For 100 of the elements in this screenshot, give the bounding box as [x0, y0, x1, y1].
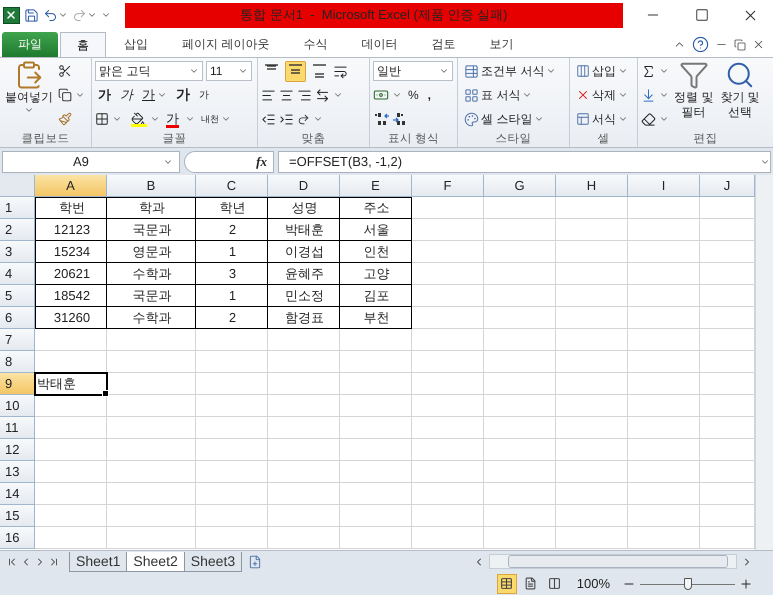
font-size-field[interactable]: 11 — [206, 61, 252, 81]
funnel-icon — [678, 60, 709, 90]
column-header[interactable]: E — [340, 175, 412, 197]
bold-button[interactable]: 가 — [95, 84, 114, 106]
vertical-scrollbar[interactable] — [755, 175, 773, 550]
zoom-level[interactable]: 100% — [576, 576, 610, 591]
row-header[interactable]: 7 — [0, 329, 35, 351]
sheet-tab[interactable]: Sheet2 — [126, 552, 185, 572]
row-header[interactable]: 11 — [0, 417, 35, 439]
formula-field[interactable]: =OFFSET(B3, -1,2) — [278, 150, 771, 172]
decrease-decimal-icon[interactable] — [392, 112, 408, 126]
style-button[interactable]: 셀 스타일 — [461, 108, 548, 130]
cells-button[interactable]: 서식 — [573, 108, 631, 130]
percent-button[interactable]: % — [405, 84, 422, 106]
first-sheet-icon[interactable] — [6, 556, 18, 568]
ribbon-tab[interactable]: 삽입 — [108, 32, 164, 57]
copy-icon[interactable] — [58, 88, 72, 102]
table-cell: 국문과 — [107, 219, 196, 241]
table-cell: 주소 — [340, 197, 412, 219]
row-header[interactable]: 2 — [0, 219, 35, 241]
fill-color-icon[interactable] — [131, 112, 145, 126]
format-painter-icon[interactable] — [58, 112, 72, 126]
eraser-icon[interactable] — [641, 112, 656, 126]
row-header[interactable]: 10 — [0, 395, 35, 417]
fill-down-icon[interactable] — [641, 88, 656, 102]
ribbon-tab[interactable]: 보기 — [473, 32, 530, 57]
row-header[interactable]: 4 — [0, 263, 35, 285]
ribbon-tab[interactable]: 검토 — [415, 32, 472, 57]
normal-view-icon — [500, 577, 514, 590]
borders-icon[interactable] — [95, 112, 109, 126]
restore-icon[interactable] — [734, 38, 746, 50]
sort-filter-button[interactable]: 정렬 및 필터 — [672, 60, 716, 131]
row-header[interactable]: 16 — [0, 527, 35, 549]
ribbon-tab[interactable]: 수식 — [287, 32, 344, 57]
column-header[interactable]: J — [700, 175, 755, 197]
row-header[interactable]: 3 — [0, 241, 35, 263]
help-icon[interactable] — [692, 36, 709, 53]
font-color-button[interactable]: 가 — [163, 108, 182, 130]
row-header[interactable]: 8 — [0, 351, 35, 373]
search-icon — [725, 60, 756, 90]
row-header[interactable]: 13 — [0, 461, 35, 483]
cells-button[interactable]: 삭제 — [573, 84, 631, 106]
find-select-button[interactable]: 찾기 및 선택 — [718, 60, 762, 131]
insert-function-button[interactable]: fx — [184, 150, 274, 172]
phonetic-button[interactable]: 내천 — [198, 108, 234, 130]
row-header[interactable]: 14 — [0, 483, 35, 505]
table-cell: 고양 — [340, 263, 412, 285]
row-header[interactable]: 6 — [0, 307, 35, 329]
maximize-icon[interactable] — [694, 8, 709, 22]
undo-icon[interactable] — [42, 8, 58, 22]
column-header[interactable]: A — [35, 175, 107, 197]
column-header[interactable]: G — [484, 175, 556, 197]
row-header[interactable]: 9 — [0, 373, 35, 395]
decrease-indent-icon[interactable] — [261, 112, 276, 126]
row-header[interactable]: 1 — [0, 197, 35, 219]
column-header[interactable]: H — [556, 175, 628, 197]
cut-icon[interactable] — [58, 64, 72, 78]
ribbon-tab[interactable]: 페이지 레이아웃 — [166, 32, 286, 57]
increase-decimal-icon[interactable] — [373, 112, 389, 126]
underline-button[interactable]: 가 — [139, 84, 170, 106]
ribbon-tab[interactable]: 홈 — [60, 32, 106, 57]
italic-button[interactable]: 가 — [117, 84, 136, 106]
close-icon[interactable] — [752, 38, 765, 51]
save-icon[interactable] — [24, 8, 39, 22]
name-box[interactable]: A9 — [2, 150, 180, 172]
row-header[interactable]: 12 — [0, 439, 35, 461]
sheet-tab[interactable]: Sheet3 — [184, 552, 242, 572]
last-sheet-icon[interactable] — [48, 556, 60, 568]
ribbon-tab[interactable]: 데이터 — [345, 32, 414, 57]
zoom-in-icon[interactable] — [739, 576, 753, 590]
font-name-field[interactable]: 맑은 고딕 — [95, 61, 203, 81]
column-header[interactable]: I — [628, 175, 700, 197]
zoom-slider[interactable] — [640, 578, 735, 590]
style-button[interactable]: 조건부 서식 — [461, 60, 560, 82]
increase-indent-icon[interactable] — [279, 112, 294, 126]
column-header[interactable]: F — [412, 175, 484, 197]
column-header[interactable]: D — [268, 175, 340, 197]
number-format-field[interactable]: 일반 — [373, 61, 453, 81]
align-left-icon[interactable] — [261, 88, 276, 102]
new-sheet-icon[interactable] — [248, 554, 262, 568]
sheet-tab[interactable]: Sheet1 — [69, 552, 128, 572]
wrap-text-icon[interactable] — [333, 64, 348, 78]
shrink-font-button[interactable]: 가 — [196, 84, 212, 106]
column-header[interactable]: C — [196, 175, 268, 197]
table-cell: 수학과 — [107, 307, 196, 329]
view-button[interactable] — [496, 574, 517, 594]
row-header[interactable]: 5 — [0, 285, 35, 307]
cells-button[interactable]: 삽입 — [573, 60, 631, 82]
paste-button[interactable]: 붙여넣기 — [3, 60, 55, 131]
comma-button[interactable]: , — [424, 84, 434, 106]
column-header[interactable]: B — [107, 175, 196, 197]
page-break-icon — [548, 577, 562, 590]
row-header[interactable]: 15 — [0, 505, 35, 527]
slider-thumb[interactable] — [684, 578, 692, 590]
align-right-icon[interactable] — [297, 88, 312, 102]
horizontal-scrollbar[interactable] — [489, 554, 737, 569]
file-tab[interactable]: 파일 — [2, 32, 58, 57]
grow-font-button[interactable]: 가 — [173, 84, 193, 106]
align-center-icon[interactable] — [279, 88, 294, 102]
style-button[interactable]: 표 서식 — [461, 84, 536, 106]
